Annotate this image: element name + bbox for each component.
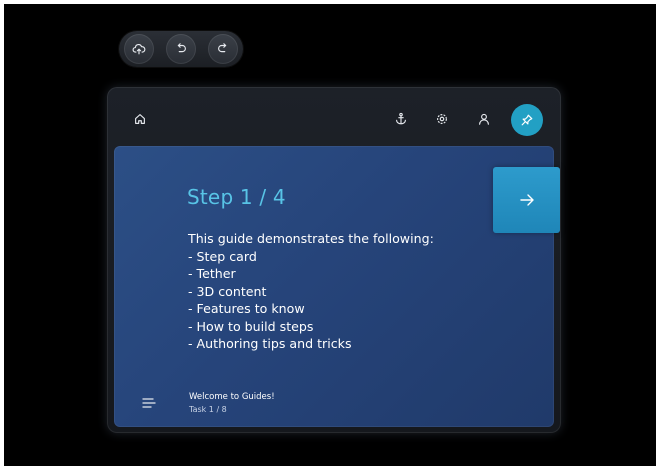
pin-icon xyxy=(521,114,533,126)
settings-icon xyxy=(437,114,447,124)
home-button[interactable] xyxy=(128,107,152,131)
step-line: - Authoring tips and tricks xyxy=(188,336,352,351)
next-step-button[interactable] xyxy=(493,167,560,233)
cloud-upload-button[interactable] xyxy=(124,34,154,64)
anchor-icon xyxy=(396,112,406,125)
settings-button[interactable] xyxy=(430,107,454,131)
redo-button[interactable] xyxy=(208,34,238,64)
step-line: - Features to know xyxy=(188,301,305,316)
pin-button[interactable] xyxy=(511,104,543,136)
guide-title: Welcome to Guides! xyxy=(189,392,275,402)
profile-icon xyxy=(479,113,489,125)
step-description: This guide demonstrates the following: -… xyxy=(188,230,488,353)
profile-button[interactable] xyxy=(472,107,496,131)
top-toolbar xyxy=(119,31,243,67)
undo-button[interactable] xyxy=(166,34,196,64)
undo-icon xyxy=(177,43,186,53)
cloud-upload-icon xyxy=(132,44,146,55)
list-icon[interactable] xyxy=(141,396,157,410)
step-line: - How to build steps xyxy=(188,318,314,334)
arrow-right-icon xyxy=(519,194,534,206)
redo-icon xyxy=(218,43,227,53)
step-line: - Step card xyxy=(188,248,257,264)
task-counter: Task 1 / 8 xyxy=(189,405,227,414)
step-title: Step 1 / 4 xyxy=(187,185,286,209)
step-line: - 3D content xyxy=(188,283,267,299)
step-line: This guide demonstrates the following: xyxy=(188,231,434,246)
step-line: - Tether xyxy=(188,266,236,281)
anchor-button[interactable] xyxy=(389,107,413,131)
home-icon xyxy=(135,114,145,124)
